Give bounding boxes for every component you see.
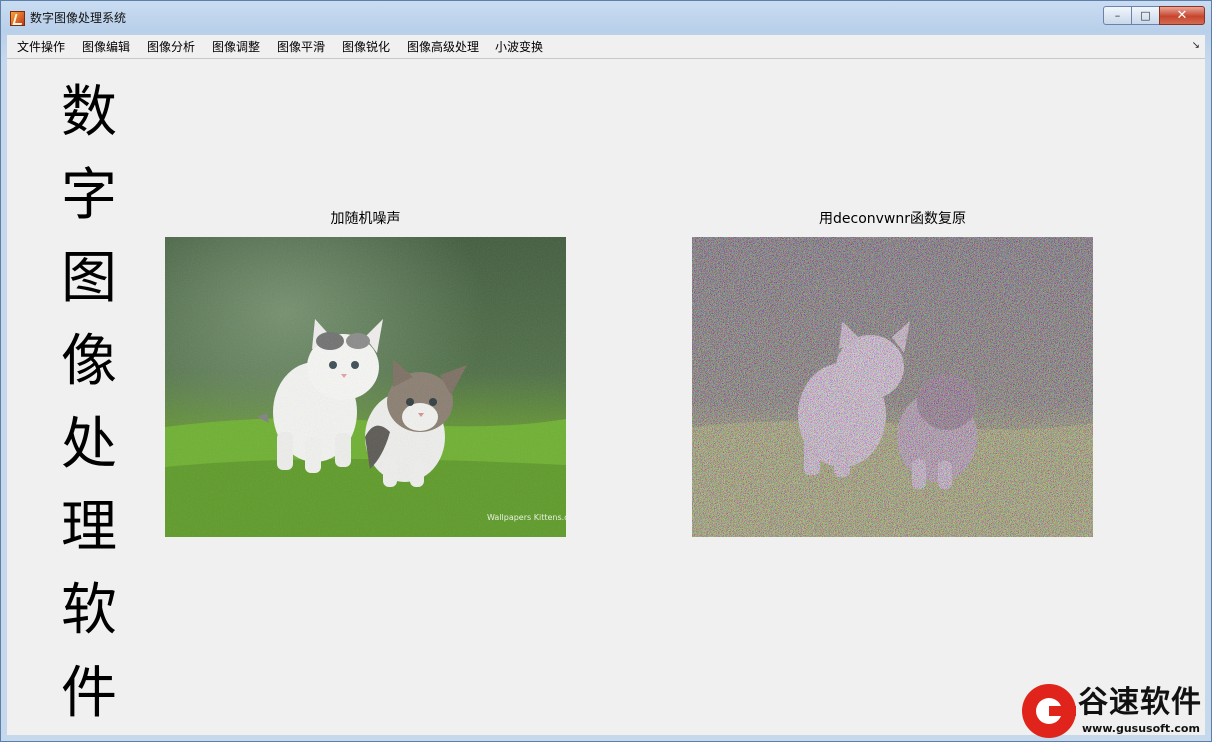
image-caption: Wallpapers Kittens.com: [487, 513, 566, 522]
brand-logo-icon: [1022, 684, 1076, 738]
menu-image-edit[interactable]: 图像编辑: [82, 39, 130, 55]
restored-image: [692, 237, 1093, 537]
brand-name: 谷速软件: [1078, 685, 1202, 720]
app-window: 数字图像处理系统 – □ ✕ 文件操作 图像编辑 图像分析 图像调整 图像平滑 …: [0, 0, 1212, 742]
title-char: 软: [61, 578, 117, 643]
menu-wavelet-transform[interactable]: 小波变换: [495, 39, 543, 55]
menu-image-smooth[interactable]: 图像平滑: [277, 39, 325, 55]
menu-file-ops[interactable]: 文件操作: [17, 39, 65, 55]
noisy-image: Wallpapers Kittens.com: [165, 237, 566, 537]
site-watermark: 谷速软件 www.gususoft.com: [1012, 682, 1212, 742]
maximize-button[interactable]: □: [1131, 6, 1159, 25]
window-controls: – □ ✕: [1103, 6, 1205, 26]
close-button[interactable]: ✕: [1159, 6, 1205, 25]
menu-bar: 文件操作 图像编辑 图像分析 图像调整 图像平滑 图像锐化 图像高级处理 小波变…: [7, 35, 1205, 59]
window-title: 数字图像处理系统: [30, 11, 127, 25]
menu-advanced-processing[interactable]: 图像高级处理: [407, 39, 479, 55]
menu-image-adjust[interactable]: 图像调整: [212, 39, 260, 55]
title-char: 字: [61, 163, 117, 228]
minimize-button[interactable]: –: [1103, 6, 1131, 25]
menu-image-sharpen[interactable]: 图像锐化: [342, 39, 390, 55]
title-char: 像: [61, 329, 117, 394]
right-plot-title: 用deconvwnr函数复原: [819, 211, 966, 227]
left-plot-title: 加随机噪声: [330, 211, 401, 227]
chevron-icon[interactable]: ↘: [1192, 40, 1200, 51]
menu-image-analysis[interactable]: 图像分析: [147, 39, 195, 55]
title-bar[interactable]: 数字图像处理系统 – □ ✕: [1, 1, 1211, 33]
title-char: 数: [61, 80, 117, 145]
title-char: 处: [61, 412, 117, 477]
title-char: 图: [61, 246, 117, 311]
matlab-app-icon: [10, 11, 25, 26]
figure-area: 数 字 图 像 处 理 软 件 加随机噪声 Wallpapers Kittens…: [7, 59, 1205, 735]
brand-url: www.gususoft.com: [1082, 722, 1200, 735]
title-char: 理: [61, 495, 117, 560]
title-char: 件: [61, 661, 117, 726]
